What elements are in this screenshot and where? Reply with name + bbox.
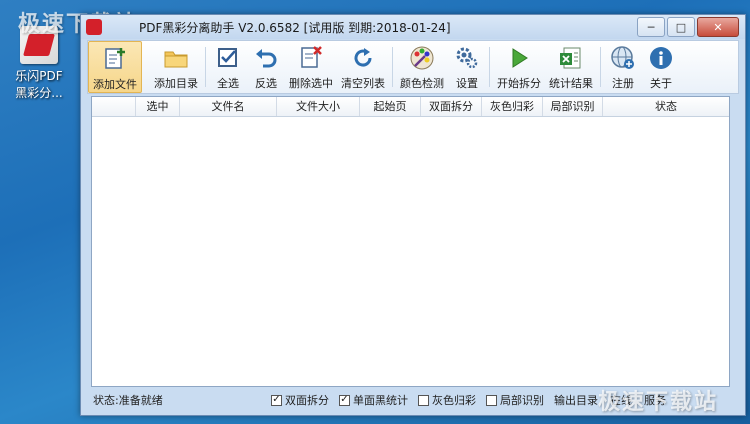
register-button[interactable]: 注册 — [604, 41, 642, 93]
folder-icon — [162, 44, 190, 72]
excel-icon — [557, 44, 585, 72]
info-icon — [647, 44, 675, 72]
clear-list-button[interactable]: 清空列表 — [337, 41, 389, 93]
column-header-filesize[interactable]: 文件大小 — [277, 97, 360, 116]
delete-selected-label: 删除选中 — [289, 77, 333, 90]
title-bar[interactable]: PDF黑彩分离助手 V2.0.6582 [试用版 到期:2018-01-24] … — [81, 15, 745, 39]
stats-result-label: 统计结果 — [549, 77, 593, 90]
add-file-label: 添加文件 — [93, 78, 137, 91]
select-all-label: 全选 — [217, 77, 239, 90]
select-all-button[interactable]: 全选 — [209, 41, 247, 93]
about-button[interactable]: 关于 — [642, 41, 680, 93]
palette-icon — [408, 44, 436, 72]
column-header-index[interactable] — [92, 97, 136, 116]
file-list-table[interactable]: 选中 文件名 文件大小 起始页 双面拆分 灰色归彩 局部识别 状态 — [91, 96, 730, 387]
settings-label: 设置 — [456, 77, 478, 90]
gray-to-color-checkbox-label: 灰色归彩 — [432, 394, 476, 407]
output-dir-button[interactable]: 输出目录 — [554, 392, 598, 408]
invert-selection-label: 反选 — [255, 77, 277, 90]
duplex-split-checkbox-label: 双面拆分 — [285, 394, 329, 407]
checkbox-gray-to-color[interactable] — [418, 394, 429, 406]
toolbar-separator — [600, 47, 601, 87]
add-folder-label: 添加目录 — [154, 77, 198, 90]
status-text: 状态:准备就绪 — [93, 394, 163, 407]
column-header-start-page[interactable]: 起始页 — [360, 97, 421, 116]
clear-list-label: 清空列表 — [341, 77, 385, 90]
desktop-shortcut-label-1: 乐闪PDF — [15, 69, 63, 83]
partial-detect-checkbox[interactable]: 局部识别 — [486, 392, 544, 408]
toolbar: 添加文件 添加目录 全选 反选 删除选中 清空列表 颜色检测 设置 开始拆分 统… — [87, 40, 739, 94]
single-black-stat-checkbox[interactable]: ✓ 单面黑统计 — [339, 392, 408, 408]
minimize-button[interactable]: ─ — [637, 17, 665, 37]
watermark-bottom-right: 极速下载站 — [598, 390, 719, 415]
column-header-filename[interactable]: 文件名 — [180, 97, 277, 116]
column-header-duplex-split[interactable]: 双面拆分 — [421, 97, 482, 116]
single-black-stat-checkbox-label: 单面黑统计 — [353, 394, 408, 407]
delete-file-icon — [297, 44, 325, 72]
about-label: 关于 — [650, 77, 672, 90]
start-split-button[interactable]: 开始拆分 — [493, 41, 545, 93]
delete-selected-button[interactable]: 删除选中 — [285, 41, 337, 93]
checkbox-single-black-stat[interactable]: ✓ — [339, 394, 350, 406]
toolbar-separator — [489, 47, 490, 87]
table-header: 选中 文件名 文件大小 起始页 双面拆分 灰色归彩 局部识别 状态 — [92, 97, 729, 117]
app-logo-icon — [86, 19, 102, 35]
invert-selection-button[interactable]: 反选 — [247, 41, 285, 93]
window-title: PDF黑彩分离助手 V2.0.6582 [试用版 到期:2018-01-24] — [139, 21, 451, 35]
settings-button[interactable]: 设置 — [448, 41, 486, 93]
add-file-icon — [101, 45, 129, 73]
maximize-button[interactable]: □ — [667, 17, 695, 37]
refresh-icon — [349, 44, 377, 72]
desktop-shortcut-label-2: 黑彩分... — [15, 86, 63, 100]
column-header-selected[interactable]: 选中 — [136, 97, 180, 116]
toolbar-separator — [205, 47, 206, 87]
start-split-label: 开始拆分 — [497, 77, 541, 90]
globe-icon — [609, 44, 637, 72]
column-header-gray-to-color[interactable]: 灰色归彩 — [482, 97, 543, 116]
checkbox-duplex-split[interactable]: ✓ — [271, 394, 282, 406]
gear-icon — [453, 44, 481, 72]
check-all-icon — [214, 44, 242, 72]
add-folder-button[interactable]: 添加目录 — [150, 41, 202, 93]
play-icon — [505, 44, 533, 72]
column-header-partial-detect[interactable]: 局部识别 — [543, 97, 603, 116]
app-window: PDF黑彩分离助手 V2.0.6582 [试用版 到期:2018-01-24] … — [80, 14, 746, 416]
duplex-split-checkbox[interactable]: ✓ 双面拆分 — [271, 392, 329, 408]
close-button[interactable]: ✕ — [697, 17, 739, 37]
column-header-status[interactable]: 状态 — [603, 97, 729, 116]
gray-to-color-checkbox[interactable]: 灰色归彩 — [418, 392, 476, 408]
color-detect-button[interactable]: 颜色检测 — [396, 41, 448, 93]
add-file-button[interactable]: 添加文件 — [88, 41, 142, 93]
color-detect-label: 颜色检测 — [400, 77, 444, 90]
undo-icon — [252, 44, 280, 72]
toolbar-separator — [392, 47, 393, 87]
register-label: 注册 — [612, 77, 634, 90]
checkbox-partial-detect[interactable] — [486, 394, 497, 406]
partial-detect-checkbox-label: 局部识别 — [500, 394, 544, 407]
stats-result-button[interactable]: 统计结果 — [545, 41, 597, 93]
